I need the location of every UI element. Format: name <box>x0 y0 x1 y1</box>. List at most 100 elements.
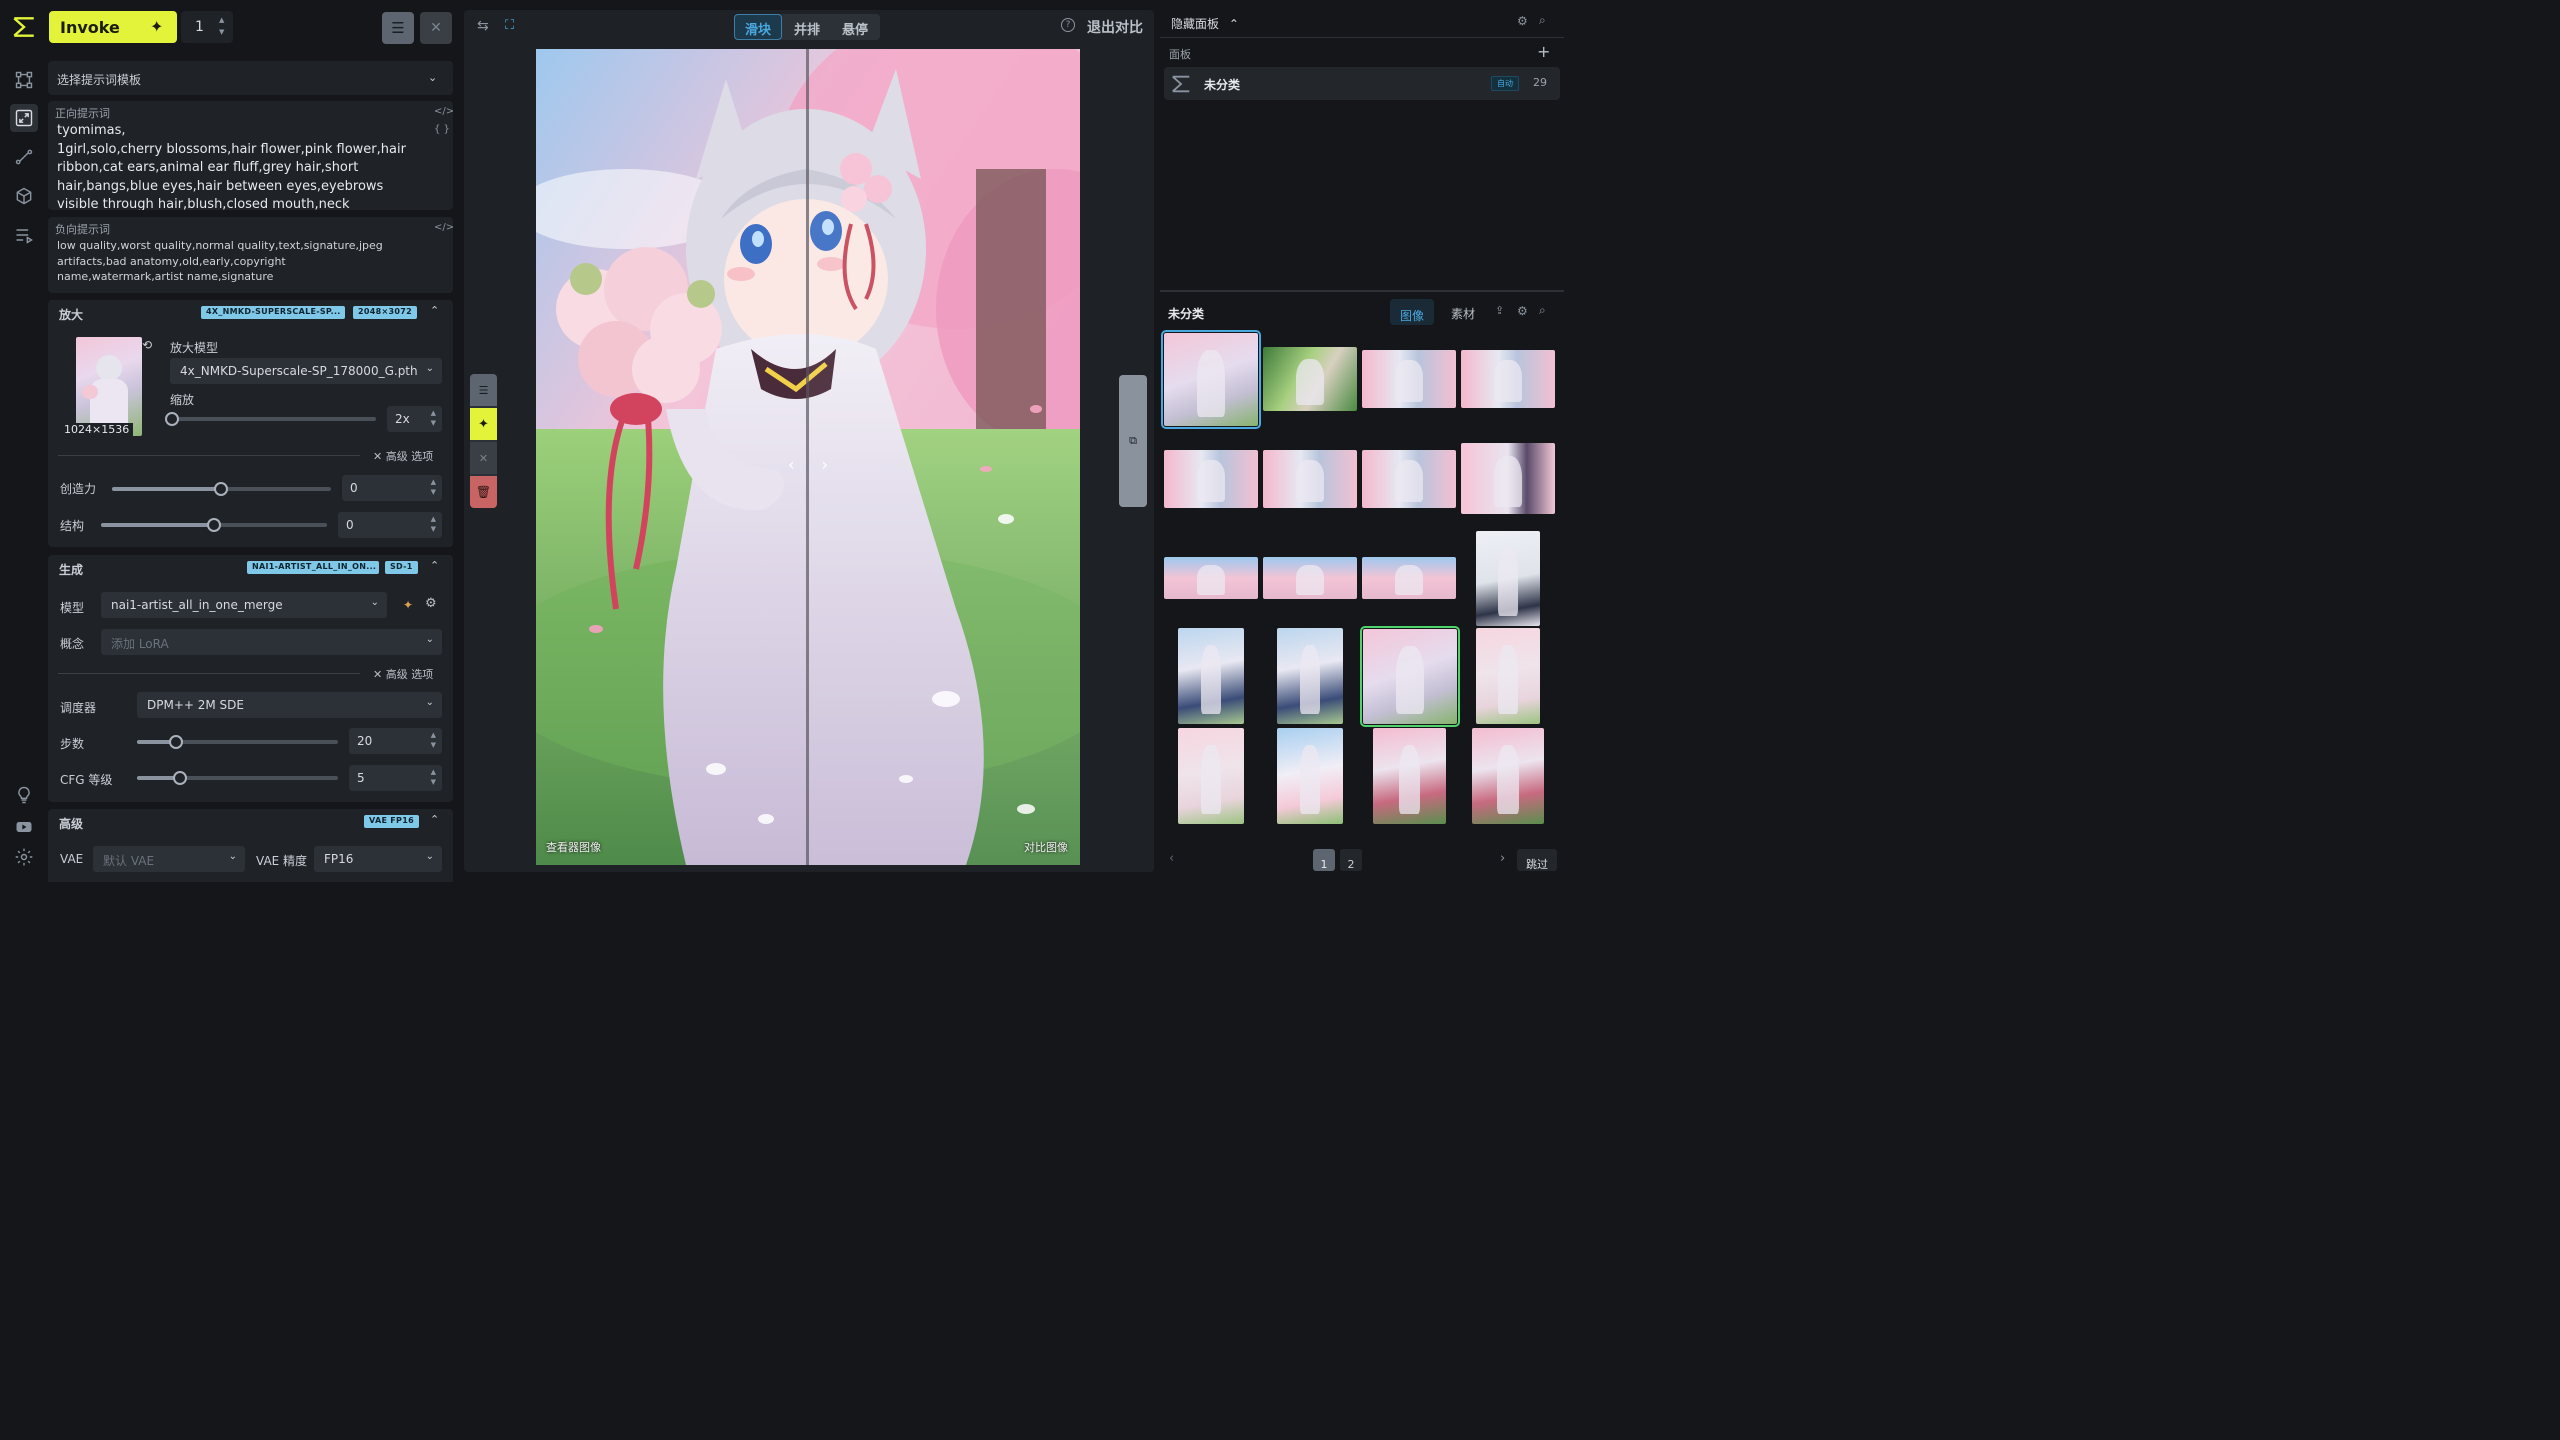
image-viewer: ⇆ ⛶ 滑块 并排 悬停 ? 退出对比 ‹ › 查看器图像 对比图像 ☰ ✦ ✕… <box>464 10 1154 872</box>
invoke-label: Invoke <box>60 18 120 37</box>
structure-slider[interactable] <box>101 518 327 532</box>
advanced-options-toggle[interactable]: ✕ 高级 选项 <box>373 666 433 682</box>
steps-slider[interactable] <box>137 735 338 749</box>
fit-screen-icon[interactable]: ⛶ <box>505 18 514 33</box>
sparkle-icon[interactable]: ✦ <box>403 598 413 612</box>
upscale-tab-icon[interactable] <box>10 104 38 132</box>
next-page-icon[interactable]: › <box>1500 851 1505 866</box>
gallery-thumbnail[interactable] <box>1472 728 1544 824</box>
tab-hover[interactable]: 悬停 <box>842 19 868 38</box>
cancel-queue-button[interactable]: ✕ <box>420 12 452 44</box>
structure-slider-handle[interactable] <box>207 518 221 532</box>
scale-slider[interactable] <box>165 412 376 426</box>
gallery-thumbnail[interactable] <box>1277 628 1343 724</box>
compare-mode-tabs: 滑块 并排 悬停 <box>734 14 880 40</box>
gallery-thumbnail[interactable] <box>1476 531 1540 626</box>
vae-precision-select[interactable]: FP16 ⌄ <box>314 846 442 872</box>
reset-icon[interactable]: ⟲ <box>142 338 152 352</box>
stepper-arrows-icon[interactable]: ▲ ▼ <box>431 767 436 787</box>
delete-button[interactable]: 🗑 <box>470 476 497 508</box>
tab-side-by-side[interactable]: 并排 <box>794 19 820 38</box>
positive-prompt-box[interactable]: 正向提示词 </> { } tyomimas, 1girl,solo,cherr… <box>48 101 454 210</box>
positive-prompt-text[interactable]: tyomimas, 1girl,solo,cherry blossoms,hai… <box>57 122 425 210</box>
gear-icon[interactable]: ⚙ <box>425 596 437 611</box>
creativity-input[interactable]: 0 ▲ ▼ <box>342 475 442 501</box>
stepper-arrows-icon[interactable]: ▲ ▼ <box>431 408 436 428</box>
compare-divider-handle[interactable]: ‹ › <box>782 449 834 479</box>
advanced-options-toggle[interactable]: ✕ 高级 选项 <box>373 448 433 464</box>
stepper-arrows-icon[interactable]: ▲ ▼ <box>431 477 436 497</box>
gallery-thumbnail[interactable] <box>1263 557 1357 599</box>
page-button-2[interactable]: 2 <box>1340 849 1362 871</box>
gallery-thumbnail[interactable] <box>1373 728 1446 824</box>
upscale-source-image[interactable] <box>76 337 142 436</box>
steps-input[interactable]: 20 ▲ ▼ <box>349 728 442 754</box>
invoke-quick-button[interactable]: ✦ <box>470 408 497 440</box>
negative-prompt-box[interactable]: 负向提示词 </> low quality,worst quality,norm… <box>48 217 454 293</box>
scale-input[interactable]: 2x ▲ ▼ <box>387 406 442 432</box>
models-cube-icon[interactable] <box>10 182 38 210</box>
cfg-input[interactable]: 5 ▲ ▼ <box>349 765 442 791</box>
scale-slider-handle[interactable] <box>165 412 179 426</box>
scheduler-select[interactable]: DPM++ 2M SDE ⌄ <box>137 692 442 718</box>
exit-compare-button[interactable]: 退出对比 <box>1087 17 1143 37</box>
cancel-quick-button[interactable]: ✕ <box>470 442 497 474</box>
lightbulb-icon[interactable] <box>10 781 38 809</box>
chevron-up-icon[interactable]: ⌃ <box>430 813 439 826</box>
swap-icon[interactable]: ⇆ <box>477 18 489 34</box>
cfg-slider[interactable] <box>137 771 338 785</box>
gallery-thumbnail[interactable] <box>1461 443 1555 514</box>
toggle-gallery-button[interactable]: ⧉ <box>1119 375 1147 507</box>
code-icon[interactable]: </> <box>434 106 454 117</box>
steps-slider-handle[interactable] <box>169 735 183 749</box>
invoke-logo[interactable] <box>9 12 39 42</box>
chevron-up-icon[interactable]: ⌃ <box>430 559 439 572</box>
settings-gear-icon[interactable] <box>10 843 38 871</box>
gallery-thumbnail[interactable] <box>1362 350 1456 408</box>
right-panel: 隐藏面板 ⌃ ⚙ ⌕ 面板 + 未分类 自动 29 未分类 图像 素材 ⇪ ⚙ … <box>1160 0 1568 882</box>
lora-placeholder: 添加 LoRA <box>111 637 169 651</box>
jump-button[interactable]: 跳过 <box>1517 849 1557 871</box>
creativity-slider-handle[interactable] <box>214 482 228 496</box>
settings-sliders-button[interactable]: ☰ <box>470 374 497 406</box>
gallery-thumbnail[interactable] <box>1164 450 1258 508</box>
gallery-thumbnail[interactable] <box>1263 347 1357 411</box>
prompt-template-select[interactable]: 选择提示词模板 ⌄ <box>48 61 453 95</box>
model-select[interactable]: nai1-artist_all_in_one_merge ⌄ <box>101 592 387 618</box>
stepper-arrows-icon[interactable]: ▲ ▼ <box>431 730 436 750</box>
queue-count-stepper[interactable]: 1 ▲ ▼ <box>181 11 233 43</box>
gallery-thumbnail[interactable] <box>1178 628 1244 724</box>
gallery-thumbnail[interactable] <box>1362 557 1456 599</box>
gallery-thumbnail[interactable] <box>1161 330 1261 429</box>
structure-input[interactable]: 0 ▲ ▼ <box>338 512 442 538</box>
gallery-thumbnail[interactable] <box>1263 450 1357 508</box>
creativity-slider[interactable] <box>112 482 331 496</box>
lora-select[interactable]: 添加 LoRA ⌄ <box>101 629 442 655</box>
gallery-thumbnail[interactable] <box>1178 728 1244 824</box>
chevron-up-icon[interactable]: ⌃ <box>430 304 439 317</box>
vae-select[interactable]: 默认 VAE ⌄ <box>93 846 245 872</box>
gallery-thumbnail[interactable] <box>1362 450 1456 508</box>
stepper-arrows-icon[interactable]: ▲ ▼ <box>431 514 436 534</box>
help-icon[interactable]: ? <box>1061 18 1075 32</box>
gallery-thumbnail[interactable] <box>1461 350 1555 408</box>
queue-menu-button[interactable]: ☰ <box>382 12 414 44</box>
queue-list-icon[interactable] <box>10 221 38 249</box>
youtube-icon[interactable] <box>10 813 38 841</box>
upscale-model-select[interactable]: 4x_NMKD-Superscale-SP_178000_G.pth ⌄ <box>170 358 442 384</box>
page-button-1[interactable]: 1 <box>1313 849 1335 871</box>
stepper-arrows-icon[interactable]: ▲ ▼ <box>219 14 224 38</box>
workflow-nodes-icon[interactable] <box>10 66 38 94</box>
prev-page-icon[interactable]: ‹ <box>1169 851 1174 866</box>
gallery-thumbnail[interactable] <box>1360 626 1460 727</box>
negative-prompt-text[interactable]: low quality,worst quality,normal quality… <box>57 238 407 290</box>
gallery-thumbnail[interactable] <box>1164 557 1258 599</box>
flow-icon[interactable] <box>10 143 38 171</box>
code-icon[interactable]: </> <box>434 222 454 233</box>
gallery-thumbnail[interactable] <box>1476 628 1540 724</box>
cfg-slider-handle[interactable] <box>173 771 187 785</box>
invoke-button[interactable]: Invoke ✦ <box>49 11 177 43</box>
braces-icon[interactable]: { } <box>434 124 450 135</box>
gallery-thumbnail[interactable] <box>1277 728 1343 824</box>
compare-image-area[interactable]: ‹ › 查看器图像 对比图像 <box>536 49 1080 865</box>
